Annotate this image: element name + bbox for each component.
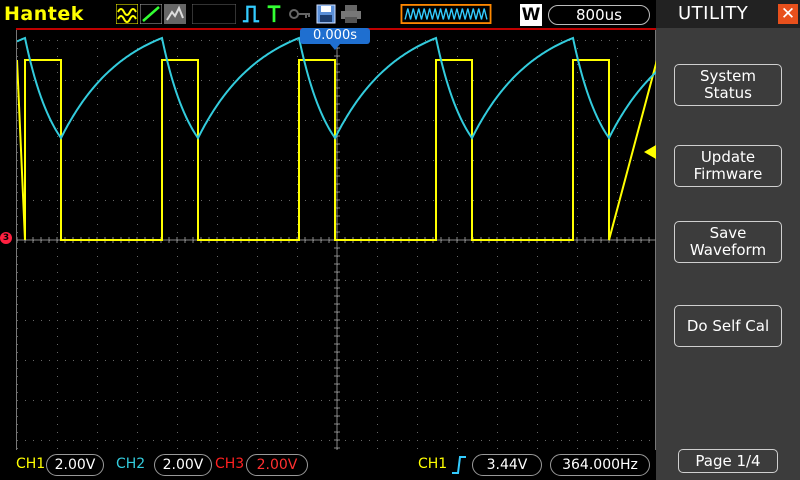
- scope-display[interactable]: [16, 30, 657, 450]
- top-status-bar: Hantek W 800us: [0, 0, 656, 28]
- timebase-value[interactable]: 800us: [548, 5, 650, 25]
- trigger-level[interactable]: 3.44V: [472, 454, 542, 476]
- frequency-readout: 364.000Hz: [550, 454, 650, 476]
- run-state-icon: [192, 4, 236, 24]
- button-label-line1: Update: [700, 148, 756, 166]
- timebase-mode-badge[interactable]: W: [520, 4, 542, 26]
- close-icon[interactable]: ✕: [778, 4, 798, 24]
- utility-menu-panel: UTILITY ✕ System Status Update Firmware …: [656, 0, 800, 480]
- pulse-trigger-icon[interactable]: [240, 4, 262, 24]
- button-label-line1: Save: [709, 224, 747, 242]
- save-disk-icon[interactable]: [316, 4, 336, 24]
- button-label-line2: Waveform: [689, 241, 767, 259]
- update-firmware-button[interactable]: Update Firmware: [674, 145, 782, 187]
- channel-ground-marker[interactable]: 3: [0, 232, 12, 244]
- self-cal-button[interactable]: Do Self Cal: [674, 305, 782, 347]
- waveform-mode-icon[interactable]: [116, 4, 138, 24]
- ch3-scale[interactable]: 2.00V: [246, 454, 308, 476]
- trigger-position-label[interactable]: 0.000s: [300, 28, 370, 44]
- bottom-status-bar: CH1 2.00V CH2 2.00V CH3 2.00V CH1 3.44V …: [0, 450, 656, 480]
- memory-depth-icon[interactable]: [396, 4, 496, 24]
- button-label-line2: Firmware: [693, 165, 763, 183]
- save-waveform-button[interactable]: Save Waveform: [674, 221, 782, 263]
- page-indicator-button[interactable]: Page 1/4: [678, 449, 778, 473]
- button-label-line1: System: [700, 67, 756, 85]
- trigger-level-marker[interactable]: [644, 145, 656, 159]
- rising-edge-icon[interactable]: [451, 455, 467, 475]
- vector-mode-icon[interactable]: [140, 4, 162, 24]
- key-icon[interactable]: [288, 4, 312, 24]
- system-status-button[interactable]: System Status: [674, 64, 782, 106]
- button-label-line2: Status: [704, 84, 752, 102]
- button-label-line1: Do Self Cal: [686, 316, 770, 335]
- ch2-label[interactable]: CH2: [116, 456, 145, 472]
- trigger-position-arrow: [330, 44, 340, 50]
- waveform-canvas: [17, 30, 657, 450]
- menu-title: UTILITY: [678, 3, 749, 24]
- persistence-mode-icon[interactable]: [164, 4, 186, 24]
- trigger-source[interactable]: CH1: [418, 456, 447, 472]
- ch3-label[interactable]: CH3: [215, 456, 244, 472]
- menu-header: UTILITY ✕: [656, 0, 800, 28]
- ch1-scale[interactable]: 2.00V: [46, 454, 104, 476]
- trigger-icon[interactable]: [264, 4, 284, 24]
- ch2-scale[interactable]: 2.00V: [154, 454, 212, 476]
- brand-logo: Hantek: [4, 3, 84, 25]
- printer-icon[interactable]: [340, 4, 362, 24]
- ch1-label[interactable]: CH1: [16, 456, 45, 472]
